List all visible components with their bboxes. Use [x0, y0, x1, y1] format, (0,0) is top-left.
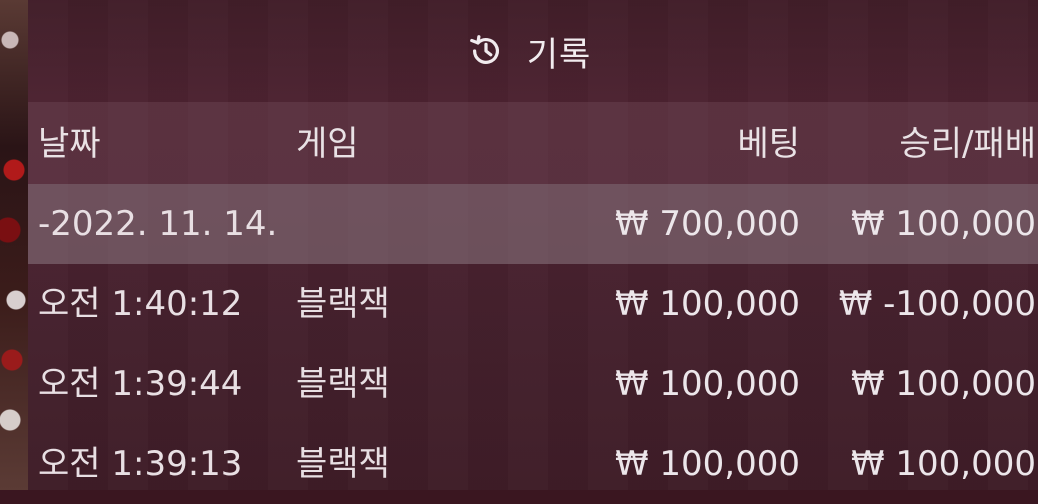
table-header: 날짜 게임 베팅 승리/패배	[28, 102, 1038, 184]
group-bet-total: ₩ 700,000	[614, 204, 800, 244]
table-row[interactable]: 오전 1:40:12 블랙잭 ₩ 100,000 ₩ -100,000	[28, 264, 1038, 344]
history-title: 기록	[526, 34, 592, 75]
row-result: ₩ 100,000	[850, 444, 1036, 484]
row-time: 오전 1:40:12	[38, 284, 243, 324]
row-result: ₩ 100,000	[850, 364, 1036, 404]
table-row[interactable]: 오전 1:39:13 블랙잭 ₩ 100,000 ₩ 100,000	[28, 424, 1038, 504]
row-game: 블랙잭	[296, 284, 390, 324]
column-header-bet: 베팅	[737, 124, 800, 164]
group-result-total: ₩ 100,000	[850, 204, 1036, 244]
column-header-result: 승리/패배	[899, 124, 1036, 164]
row-game: 블랙잭	[296, 444, 390, 484]
row-time: 오전 1:39:13	[38, 444, 243, 484]
column-header-game: 게임	[296, 124, 359, 164]
row-result: ₩ -100,000	[838, 284, 1036, 324]
row-bet: ₩ 100,000	[614, 364, 800, 404]
history-icon	[469, 35, 499, 64]
row-bet: ₩ 100,000	[614, 284, 800, 324]
column-header-date: 날짜	[38, 124, 101, 164]
row-bet: ₩ 100,000	[614, 444, 800, 484]
date-group-row[interactable]: -2022. 11. 14. ₩ 700,000 ₩ 100,000	[28, 184, 1038, 264]
table-row[interactable]: 오전 1:39:44 블랙잭 ₩ 100,000 ₩ 100,000	[28, 344, 1038, 424]
group-date: -2022. 11. 14.	[38, 204, 278, 244]
history-panel: 기록 날짜 게임 베팅 승리/패배 -2022. 11. 14. ₩ 700,0…	[28, 0, 1038, 490]
row-time: 오전 1:39:44	[38, 364, 243, 404]
row-game: 블랙잭	[296, 364, 390, 404]
history-header: 기록	[28, 0, 1038, 102]
background-image-strip	[0, 0, 28, 490]
